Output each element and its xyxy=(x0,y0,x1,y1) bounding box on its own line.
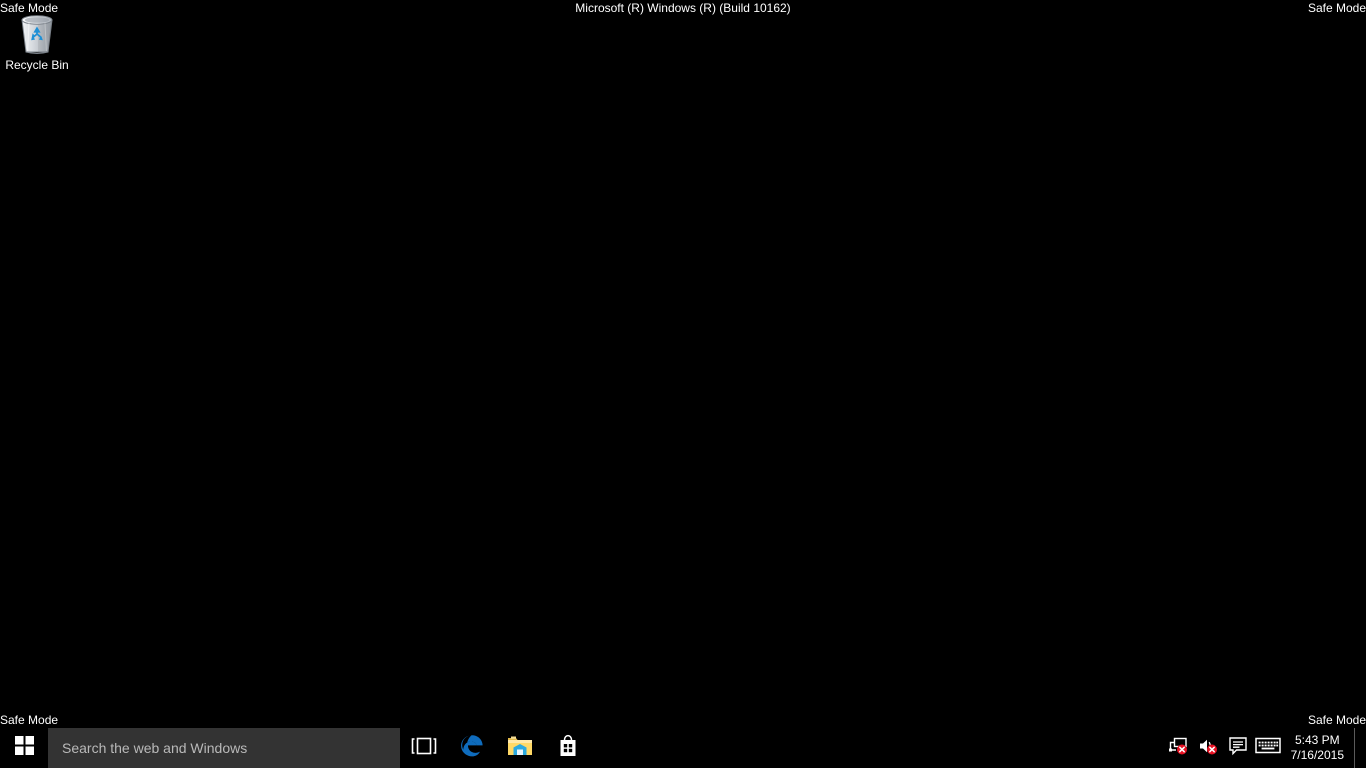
desktop-icon-recycle-bin[interactable]: Recycle Bin xyxy=(5,8,69,72)
taskbar: 5:43 PM 7/16/2015 xyxy=(0,728,1366,768)
windows-logo-icon xyxy=(15,736,34,760)
file-explorer-button[interactable] xyxy=(496,728,544,768)
keyboard-icon xyxy=(1255,737,1281,759)
taskbar-empty-area xyxy=(592,728,1163,768)
desktop-icon-label: Recycle Bin xyxy=(5,58,69,72)
system-tray: 5:43 PM 7/16/2015 xyxy=(1163,728,1366,768)
desktop-screen: Safe Mode Microsoft (R) Windows (R) (Bui… xyxy=(0,0,1366,768)
clock[interactable]: 5:43 PM 7/16/2015 xyxy=(1283,728,1354,768)
start-button[interactable] xyxy=(0,728,48,768)
volume-button[interactable] xyxy=(1193,728,1223,768)
store-bag-icon xyxy=(556,734,580,763)
network-error-icon xyxy=(1168,737,1188,760)
desktop-surface[interactable]: Recycle Bin xyxy=(0,0,1366,728)
action-center-button[interactable] xyxy=(1223,728,1253,768)
task-view-button[interactable] xyxy=(400,728,448,768)
action-center-icon xyxy=(1228,736,1248,761)
clock-date: 7/16/2015 xyxy=(1291,748,1344,763)
store-button[interactable] xyxy=(544,728,592,768)
folder-icon xyxy=(507,735,533,762)
task-view-icon xyxy=(411,737,437,760)
network-status-button[interactable] xyxy=(1163,728,1193,768)
edge-button[interactable] xyxy=(448,728,496,768)
show-desktop-button[interactable] xyxy=(1354,728,1366,768)
touch-keyboard-button[interactable] xyxy=(1253,728,1283,768)
search-box[interactable] xyxy=(48,728,400,768)
recycle-bin-icon xyxy=(5,8,69,56)
clock-time: 5:43 PM xyxy=(1295,733,1340,748)
search-input[interactable] xyxy=(48,729,392,767)
speaker-mute-icon xyxy=(1198,737,1218,760)
edge-icon xyxy=(459,733,485,764)
